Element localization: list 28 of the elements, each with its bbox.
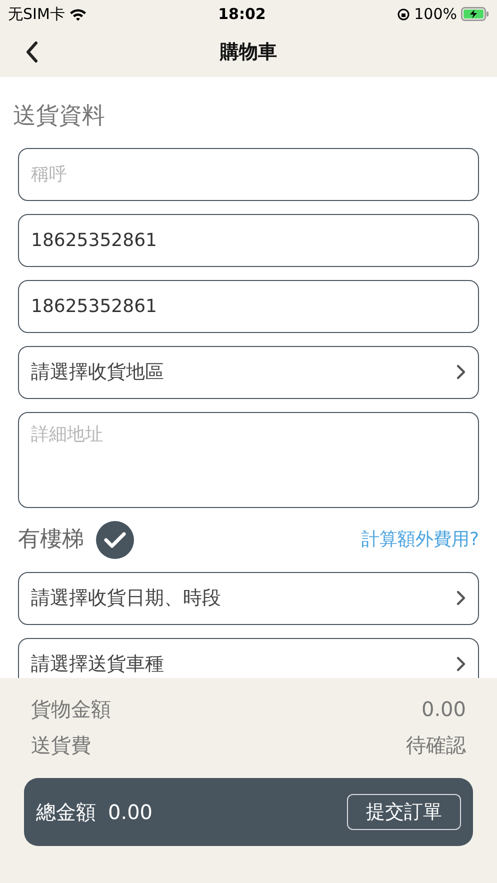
summary-label: 送貨費 — [31, 732, 91, 759]
rotation-lock-icon — [397, 8, 410, 20]
chevron-right-icon — [456, 364, 466, 380]
total-value: 0.00 — [108, 799, 153, 826]
text-field[interactable]: 18625352861 — [18, 214, 479, 266]
submit-order-button[interactable]: 提交訂單 — [347, 794, 461, 830]
text-field[interactable]: 稱呼 — [18, 148, 479, 200]
wifi-icon — [68, 8, 87, 20]
summary-label: 貨物金額 — [31, 696, 111, 723]
stairs-checkbox[interactable] — [96, 520, 134, 558]
carrier-text: 无SIM卡 — [8, 4, 65, 25]
time-text: 18:02 — [218, 4, 266, 25]
summary-value: 0.00 — [421, 696, 466, 723]
chevron-right-icon — [456, 656, 466, 672]
battery-text: 100% — [414, 4, 457, 25]
text-field[interactable]: 18625352861 — [18, 280, 479, 332]
select-field[interactable]: 請選擇收貨地區 — [18, 346, 479, 398]
stairs-label: 有樓梯 — [18, 526, 84, 554]
section-title: 送貨資料 — [13, 102, 106, 131]
select-field[interactable]: 請選擇送貨車種 — [18, 638, 479, 678]
check-icon — [104, 530, 126, 548]
chevron-right-icon — [456, 590, 466, 606]
total-label: 總金額 — [36, 799, 96, 826]
page-title: 購物車 — [220, 40, 277, 66]
select-field[interactable]: 請選擇收貨日期、時段 — [18, 572, 479, 624]
address-field[interactable]: 詳細地址 — [18, 412, 479, 508]
back-icon — [25, 41, 39, 63]
summary-value: 待確認 — [406, 732, 466, 759]
